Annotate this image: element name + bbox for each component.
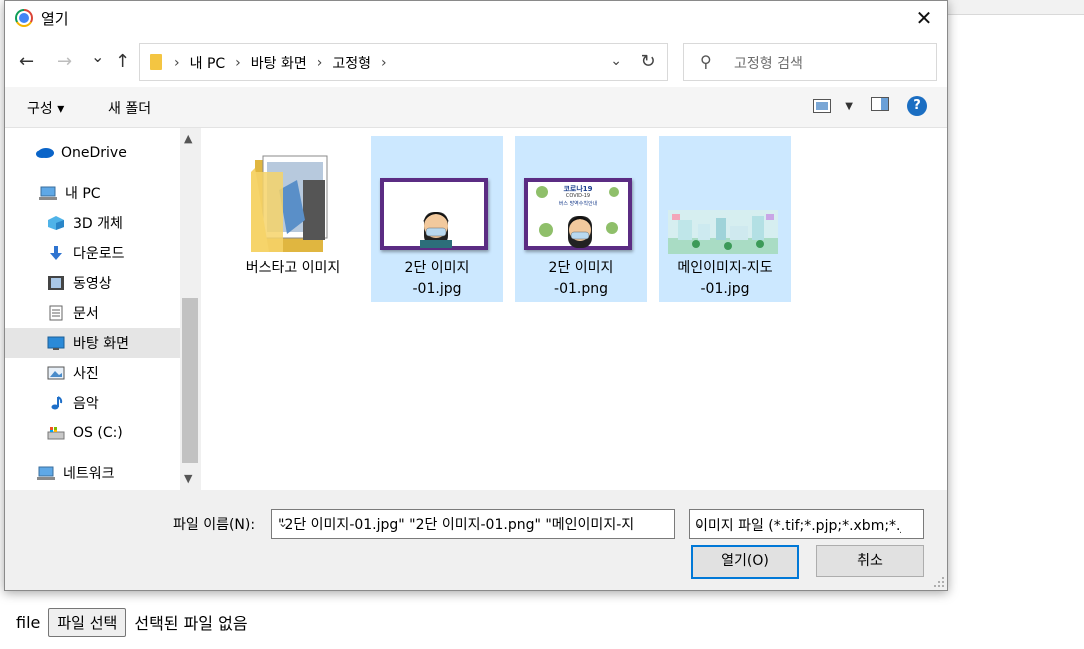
chrome-icon bbox=[15, 9, 33, 27]
file-name: 버스타고 이미지 bbox=[245, 260, 341, 276]
chevron-down-icon[interactable]: ⌄ bbox=[278, 516, 650, 530]
sidebar-item-label: 3D 개체 bbox=[73, 216, 123, 232]
change-view-icon[interactable]: ▼ bbox=[813, 99, 853, 113]
command-bar: 구성 ▾ 새 폴더 ▼ ? bbox=[5, 87, 947, 128]
back-arrow-icon[interactable]: ← bbox=[19, 51, 34, 72]
sidebar-item-downloads[interactable]: 다운로드 bbox=[5, 238, 180, 268]
address-bar[interactable]: › 내 PC › 바탕 화면 › 고정형 › ⌄ bbox=[139, 43, 631, 81]
file-label: file bbox=[16, 612, 41, 632]
filetype-select[interactable]: 이미지 파일 (*.tif;*.pjp;*.xbm;*.jxl ⌄ bbox=[689, 509, 924, 539]
new-folder-button[interactable]: 새 폴더 bbox=[108, 98, 151, 118]
view-controls: ▼ ? bbox=[813, 96, 927, 116]
desktop-icon bbox=[47, 335, 65, 351]
chevron-down-icon[interactable]: ⌄ bbox=[695, 516, 901, 530]
3d-objects-icon bbox=[47, 215, 65, 231]
sidebar-scrollbar[interactable]: ▲ ▼ bbox=[180, 128, 200, 490]
recent-locations-icon[interactable]: ⌄ bbox=[91, 47, 104, 66]
breadcrumb: › 내 PC › 바탕 화면 › 고정형 › bbox=[174, 53, 387, 73]
organize-button[interactable]: 구성 ▾ bbox=[27, 98, 64, 118]
search-icon: ⚲ bbox=[700, 52, 712, 71]
chevron-right-icon[interactable]: › bbox=[317, 55, 323, 71]
choose-file-button[interactable]: 파일 선택 bbox=[48, 607, 127, 637]
onedrive-icon bbox=[35, 145, 54, 161]
chevron-down-icon[interactable]: ⌄ bbox=[610, 53, 622, 69]
navigation-pane: OneDrive 내 PC 3D 개체 다운로드 동영상 문서 바탕 화면 사진… bbox=[5, 128, 180, 490]
sidebar-item-label: OneDrive bbox=[61, 145, 127, 161]
breadcrumb-item[interactable]: 바탕 화면 bbox=[251, 53, 307, 73]
file-item-image-png[interactable]: 코로나19 COVID-19 버스 방역수칙안내 2단 이미지 -01.png bbox=[515, 136, 647, 302]
file-name: 2단 이미지 -01.png bbox=[548, 260, 614, 297]
sidebar-item-music[interactable]: 음악 bbox=[5, 388, 180, 418]
sidebar-item-videos[interactable]: 동영상 bbox=[5, 268, 180, 298]
refresh-button[interactable]: ↻ bbox=[629, 43, 668, 81]
search-box[interactable]: ⚲ 고정형 검색 bbox=[683, 43, 937, 81]
music-icon bbox=[47, 395, 65, 411]
folder-icon bbox=[150, 54, 162, 70]
file-list: 버스타고 이미지 2단 이미지 -01.jpg 코로나19 COVID-19 버… bbox=[201, 128, 947, 490]
sidebar-item-documents[interactable]: 문서 bbox=[5, 298, 180, 328]
sidebar-item-desktop[interactable]: 바탕 화면 bbox=[5, 328, 180, 358]
drive-icon bbox=[47, 425, 65, 441]
sidebar-item-drive-c[interactable]: OS (C:) bbox=[5, 418, 180, 448]
search-placeholder: 고정형 검색 bbox=[734, 56, 803, 72]
dialog-footer: 파일 이름(N): "2단 이미지-01.jpg" "2단 이미지-01.png… bbox=[5, 490, 947, 590]
file-name: 메인이미지-지도 -01.jpg bbox=[677, 260, 773, 297]
title-bar[interactable]: 열기 ✕ bbox=[5, 1, 947, 35]
close-button[interactable]: ✕ bbox=[901, 1, 947, 35]
navigation-bar: ← → ⌄ ↑ › 내 PC › 바탕 화면 › 고정형 › ⌄ ↻ ⚲ 고정형… bbox=[5, 35, 947, 87]
image-thumbnail bbox=[668, 210, 778, 254]
filename-label: 파일 이름(N): bbox=[173, 517, 256, 533]
sidebar-item-label: 문서 bbox=[73, 306, 99, 322]
image-thumbnail: 코로나19 COVID-19 버스 방역수칙안내 bbox=[524, 178, 632, 250]
background-browser-strip bbox=[947, 0, 1084, 15]
breadcrumb-item[interactable]: 내 PC bbox=[190, 53, 226, 73]
cancel-button[interactable]: 취소 bbox=[816, 545, 924, 577]
file-item-map-jpg[interactable]: 메인이미지-지도 -01.jpg bbox=[659, 136, 791, 302]
file-item-image-jpg[interactable]: 2단 이미지 -01.jpg bbox=[371, 136, 503, 302]
thumbnail-caption: COVID-19 bbox=[565, 193, 591, 199]
sidebar-item-network[interactable]: 네트워크 bbox=[5, 458, 180, 488]
pictures-icon bbox=[47, 365, 65, 381]
file-input-row: file 파일 선택 선택된 파일 없음 bbox=[16, 606, 248, 638]
image-thumbnail bbox=[380, 178, 488, 250]
video-icon bbox=[47, 275, 65, 291]
preview-pane-icon[interactable] bbox=[871, 97, 889, 115]
document-icon bbox=[47, 305, 65, 321]
sidebar-item-label: OS (C:) bbox=[73, 425, 123, 441]
network-icon bbox=[37, 465, 55, 481]
file-item-folder[interactable]: 버스타고 이미지 bbox=[227, 136, 359, 302]
chevron-right-icon[interactable]: › bbox=[235, 55, 241, 71]
folder-icon bbox=[251, 155, 328, 252]
chevron-right-icon[interactable]: › bbox=[381, 55, 387, 71]
scroll-down-icon[interactable]: ▼ bbox=[184, 472, 192, 485]
sidebar-item-label: 바탕 화면 bbox=[73, 336, 129, 352]
no-file-text: 선택된 파일 없음 bbox=[134, 614, 248, 633]
resize-grip-icon[interactable] bbox=[933, 576, 945, 588]
scroll-up-icon[interactable]: ▲ bbox=[184, 132, 192, 145]
sidebar-item-onedrive[interactable]: OneDrive bbox=[5, 138, 180, 168]
open-button[interactable]: 열기(O) bbox=[691, 545, 799, 579]
sidebar-item-label: 네트워크 bbox=[63, 466, 115, 482]
sidebar-item-label: 사진 bbox=[73, 366, 99, 382]
open-file-dialog: 열기 ✕ ← → ⌄ ↑ › 내 PC › 바탕 화면 › 고정형 › ⌄ ↻ … bbox=[4, 0, 948, 591]
forward-arrow-icon[interactable]: → bbox=[57, 51, 72, 72]
sidebar-item-pc[interactable]: 내 PC bbox=[5, 178, 180, 208]
sidebar-item-label: 동영상 bbox=[73, 276, 112, 292]
breadcrumb-item[interactable]: 고정형 bbox=[332, 53, 371, 73]
dialog-title: 열기 bbox=[41, 10, 69, 28]
sidebar-item-label: 음악 bbox=[73, 396, 99, 412]
sidebar-item-label: 내 PC bbox=[65, 186, 101, 202]
thumbnail-caption: 버스 방역수칙안내 bbox=[558, 201, 598, 207]
chevron-right-icon[interactable]: › bbox=[174, 55, 180, 71]
pc-icon bbox=[39, 185, 57, 201]
sidebar-item-label: 다운로드 bbox=[73, 246, 125, 262]
up-arrow-icon[interactable]: ↑ bbox=[115, 51, 130, 72]
download-icon bbox=[47, 245, 65, 261]
filename-input[interactable]: "2단 이미지-01.jpg" "2단 이미지-01.png" "메인이미지-지… bbox=[271, 509, 675, 539]
sidebar-item-3d-objects[interactable]: 3D 개체 bbox=[5, 208, 180, 238]
help-icon[interactable]: ? bbox=[907, 96, 927, 116]
sidebar-item-pictures[interactable]: 사진 bbox=[5, 358, 180, 388]
file-name: 2단 이미지 -01.jpg bbox=[404, 260, 470, 297]
scrollbar-thumb[interactable] bbox=[182, 298, 198, 463]
